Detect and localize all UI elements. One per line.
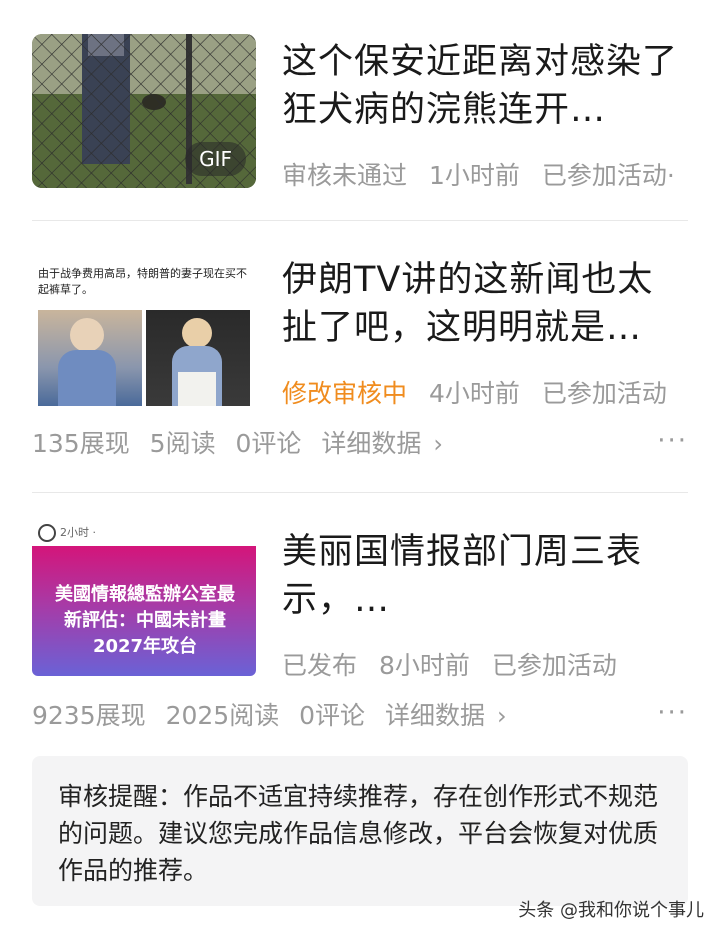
views-count: 9235展现 [32, 701, 146, 730]
chevron-right-icon: › [433, 430, 444, 458]
article-item-3[interactable]: 2小时 · 美國情報總監辦公室最新評估：中國未計畫2027年攻台 美丽国情报部门… [32, 522, 688, 742]
more-icon[interactable]: ··· [657, 698, 688, 728]
timestamp: 8小时前 [378, 651, 470, 680]
article-title[interactable]: 伊朗TV讲的这新闻也太扯了吧，这明明就是… [282, 256, 688, 352]
article-meta: 已发布 8小时前 已参加活动 [282, 646, 631, 682]
article-item-1[interactable]: GIF 这个保安近距离对感染了狂犬病的浣熊连开… 审核未通过 1小时前 已参加活… [32, 34, 688, 194]
article-title[interactable]: 美丽国情报部门周三表示，… [282, 528, 688, 624]
status-badge: 已发布 [282, 651, 358, 680]
article-stats: 9235展现 2025阅读 0评论 详细数据 › [32, 696, 531, 732]
gif-badge: GIF [185, 142, 246, 176]
reads-count: 2025阅读 [165, 701, 280, 730]
thumb-header: 2小时 · [38, 524, 96, 544]
reads-count: 5阅读 [149, 429, 216, 458]
photo-right [146, 310, 250, 406]
thumb-caption: 由于战争费用高昂，特朗普的妻子现在买不起裤草了。 [38, 267, 247, 296]
chevron-right-icon: › [497, 702, 507, 730]
article-item-2[interactable]: 由于战争费用高昂，特朗普的妻子现在买不起裤草了。 伊朗TV讲的这新闻也太扯了吧，… [32, 252, 688, 472]
avatar [38, 524, 56, 542]
article-thumbnail-2[interactable]: 由于战争费用高昂，特朗普的妻子现在买不起裤草了。 [32, 252, 256, 406]
status-badge: 修改审核中 [282, 379, 408, 408]
thumb-caption: 美國情報總監辦公室最新評估：中國未計畫2027年攻台 [55, 584, 235, 657]
article-thumbnail-3[interactable]: 2小时 · 美國情報總監辦公室最新評估：中國未計畫2027年攻台 [32, 522, 256, 676]
divider [32, 220, 688, 221]
activity-tag: 已参加活动· [541, 161, 675, 190]
comments-count: 0评论 [299, 701, 366, 730]
comments-count: 0评论 [235, 429, 302, 458]
photo-left [38, 310, 142, 406]
article-title[interactable]: 这个保安近距离对感染了狂犬病的浣熊连开… [282, 38, 688, 134]
activity-tag: 已参加活动 [491, 651, 617, 680]
timestamp: 1小时前 [428, 161, 520, 190]
notice-text: 审核提醒：作品不适宜持续推荐，存在创作形式不规范的问题。建议您完成作品信息修改，… [58, 782, 659, 885]
divider [32, 492, 688, 493]
timestamp: 4小时前 [428, 379, 520, 408]
article-stats: 135展现 5阅读 0评论 详细数据 › [32, 424, 467, 460]
details-link[interactable]: 详细数据 › [321, 429, 455, 458]
article-meta: 修改审核中 4小时前 已参加活动 [282, 374, 681, 410]
views-count: 135展现 [32, 429, 130, 458]
more-icon[interactable]: ··· [657, 426, 688, 456]
watermark: 头条 @我和你说个事儿 [518, 900, 704, 921]
status-badge: 审核未通过 [282, 161, 408, 190]
activity-tag: 已参加活动 [541, 379, 667, 408]
article-thumbnail-1[interactable]: GIF [32, 34, 256, 188]
review-notice: 审核提醒：作品不适宜持续推荐，存在创作形式不规范的问题。建议您完成作品信息修改，… [32, 756, 688, 906]
article-meta: 审核未通过 1小时前 已参加活动· [282, 156, 689, 192]
details-link[interactable]: 详细数据 › [385, 701, 519, 730]
